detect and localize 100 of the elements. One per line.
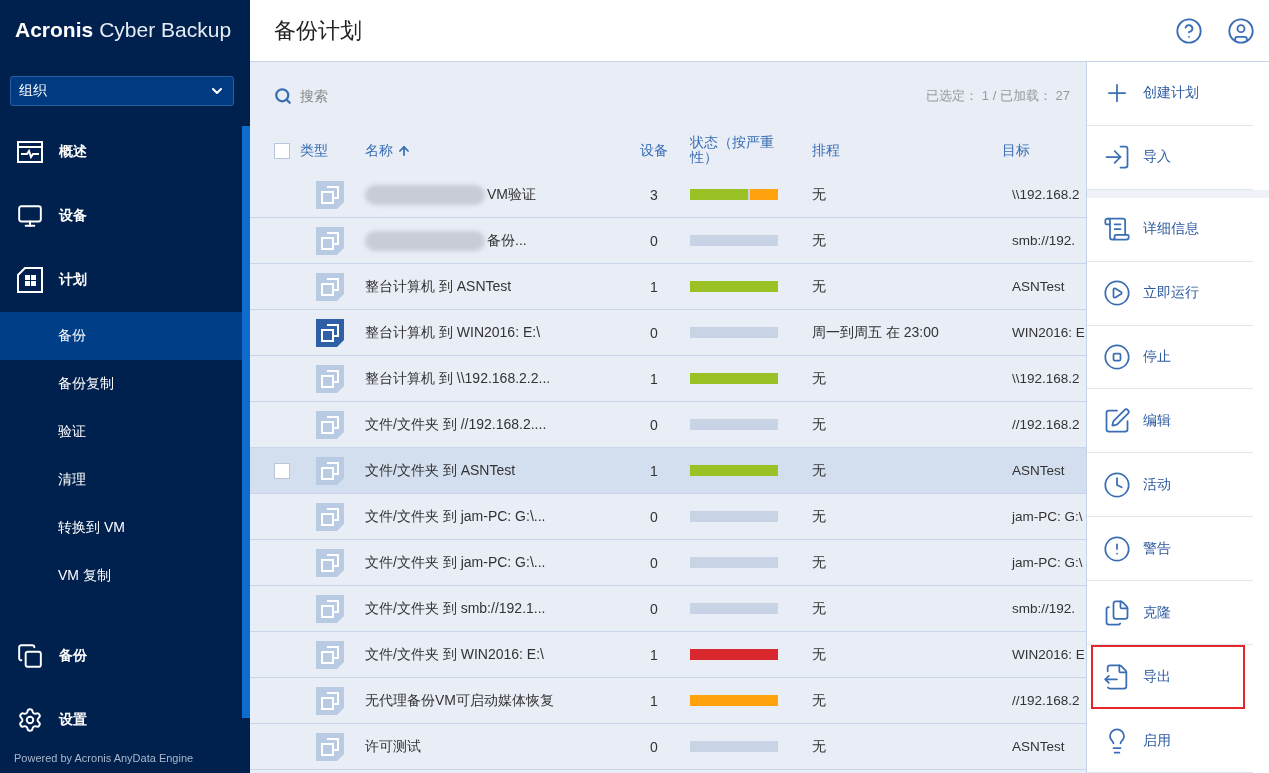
- table-row[interactable]: 文件/文件夹 到 jam-PC: G:\... 0 无 jam-PC: G:\: [250, 494, 1086, 540]
- device-count: 0: [650, 554, 658, 571]
- page-title: 备份计划: [274, 16, 363, 45]
- target-text: smb://192.: [1012, 601, 1076, 616]
- scrollbar[interactable]: [242, 126, 250, 718]
- device-count: 1: [650, 462, 658, 479]
- action-item[interactable]: 警告: [1087, 517, 1253, 582]
- activity-monitor-icon: [17, 139, 43, 165]
- column-header[interactable]: 名称: [365, 143, 393, 159]
- target-text: WIN2016: E: [1012, 325, 1085, 340]
- action-item[interactable]: 活动: [1087, 453, 1253, 518]
- schedule-text: 无: [812, 185, 826, 204]
- copy-icon: [17, 643, 43, 669]
- plan-type-icon: [316, 272, 344, 301]
- target-text: jam-PC: G:\: [1012, 555, 1083, 570]
- device-count: 0: [650, 600, 658, 617]
- organization-select[interactable]: 组织: [10, 76, 234, 106]
- schedule-text: 无: [812, 737, 826, 756]
- device-count: 0: [650, 416, 658, 433]
- schedule-text: 无: [812, 691, 826, 710]
- schedule-text: 无: [812, 277, 826, 296]
- action-item[interactable]: 创建计划: [1087, 62, 1253, 126]
- user-icon[interactable]: [1227, 16, 1255, 45]
- plan-type-icon: [316, 318, 344, 347]
- action-item[interactable]: 启用: [1087, 709, 1253, 773]
- nav-item[interactable]: 设置: [0, 688, 242, 752]
- device-count: 3: [650, 186, 658, 203]
- plan-type-icon: [316, 410, 344, 439]
- plan-type-icon: [316, 364, 344, 393]
- select-all-checkbox[interactable]: [274, 143, 290, 159]
- target-text: smb://192.: [1012, 233, 1076, 248]
- plan-name: 文件/文件夹 到 jam-PC: G:\...: [365, 507, 546, 526]
- nav-subitem[interactable]: 备份: [0, 312, 242, 360]
- play-icon: [1103, 279, 1131, 308]
- product-name: Cyber Backup: [99, 17, 232, 42]
- search-field[interactable]: 搜索: [298, 87, 498, 105]
- action-item[interactable]: 导出: [1091, 645, 1245, 710]
- schedule-text: 无: [812, 507, 826, 526]
- schedule-text: 无: [812, 553, 826, 572]
- plan-type-icon: [316, 180, 344, 209]
- table-row[interactable]: VM验证 3 无 \\192.168.2: [250, 172, 1086, 218]
- device-count: 1: [650, 278, 658, 295]
- plan-name: VM验证: [487, 185, 536, 204]
- target-text: ASNTest: [1012, 739, 1065, 754]
- plan-name: 无代理备份VM可启动媒体恢复: [365, 691, 554, 710]
- powered-by-text: Powered by Acronis AnyData Engine: [13, 752, 195, 766]
- brand-name: Acronis: [15, 17, 94, 42]
- target-text: \\192.168.2: [1012, 187, 1080, 202]
- table-row[interactable]: 文件/文件夹 到 smb://192.1... 0 无 smb://192.: [250, 586, 1086, 632]
- target-text: \\192.168.2: [1012, 371, 1080, 386]
- schedule-text: 周一到周五 在 23:00: [812, 323, 939, 342]
- alert-icon: [1103, 534, 1131, 563]
- action-item[interactable]: 导入: [1087, 125, 1253, 190]
- schedule-text: 无: [812, 369, 826, 388]
- plan-name: 许可测试: [365, 737, 421, 756]
- plan-icon: [17, 267, 43, 293]
- plan-type-icon: [316, 594, 344, 623]
- table-row[interactable]: 文件/文件夹 到 ASNTest 1 无 ASNTest: [250, 448, 1086, 494]
- action-item[interactable]: 停止: [1087, 325, 1253, 390]
- table-row[interactable]: 整台计算机 到 ASNTest 1 无 ASNTest: [250, 264, 1086, 310]
- action-item[interactable]: 克隆: [1087, 581, 1253, 646]
- table-row[interactable]: 文件/文件夹 到 jam-PC: G:\... 0 无 jam-PC: G:\: [250, 540, 1086, 586]
- column-header[interactable]: 排程: [812, 143, 840, 159]
- plan-name: 整台计算机 到 \\192.168.2.2...: [365, 369, 551, 388]
- device-count: 0: [650, 232, 658, 249]
- target-text: WIN2016: E: [1012, 647, 1085, 662]
- table-row[interactable]: 无代理备份VM可启动媒体恢复 1 无 //192.168.2: [250, 678, 1086, 724]
- schedule-text: 无: [812, 645, 826, 664]
- nav-item[interactable]: 备份: [0, 624, 242, 688]
- device-count: 1: [650, 370, 658, 387]
- action-item[interactable]: 编辑: [1087, 389, 1253, 454]
- plan-name: 整台计算机 到 ASNTest: [365, 277, 512, 296]
- schedule-text: 无: [812, 231, 826, 250]
- sort-arrow-icon: [397, 144, 411, 158]
- column-header[interactable]: 类型: [300, 143, 328, 159]
- nav-subitem[interactable]: 转换到 VM: [0, 504, 242, 552]
- plan-type-icon: [316, 732, 344, 761]
- nav-item[interactable]: 计划: [0, 248, 242, 312]
- table-row[interactable]: 文件/文件夹 到 WIN2016: E:\ 1 无 WIN2016: E: [250, 632, 1086, 678]
- target-text: //192.168.2: [1012, 417, 1080, 432]
- clock-icon: [1103, 470, 1131, 499]
- help-icon[interactable]: [1175, 16, 1203, 45]
- table-row[interactable]: 备份... 0 无 smb://192.: [250, 218, 1086, 264]
- column-header[interactable]: 设备: [640, 143, 668, 159]
- column-header[interactable]: 目标: [1002, 143, 1030, 159]
- action-item[interactable]: 详细信息: [1087, 197, 1253, 262]
- table-row[interactable]: 整台计算机 到 WIN2016: E:\ 0 周一到周五 在 23:00 WIN2016: E: [250, 310, 1086, 356]
- table-row[interactable]: 整台计算机 到 \\192.168.2.2... 1 无 \\192.168.2: [250, 356, 1086, 402]
- action-item[interactable]: 立即运行: [1087, 261, 1253, 326]
- nav-item[interactable]: 设备: [0, 184, 242, 248]
- row-checkbox[interactable]: [274, 462, 290, 479]
- nav-subitem[interactable]: 清理: [0, 456, 242, 504]
- nav-subitem[interactable]: 验证: [0, 408, 242, 456]
- target-text: ASNTest: [1012, 463, 1065, 478]
- table-row[interactable]: 许可测试 0 无 ASNTest: [250, 724, 1086, 770]
- nav-subitem[interactable]: 备份复制: [0, 360, 242, 408]
- nav-item[interactable]: 概述: [0, 120, 242, 184]
- nav-subitem[interactable]: VM 复制: [0, 552, 242, 600]
- column-header[interactable]: 状态（按严重性）: [690, 136, 786, 166]
- target-text: ASNTest: [1012, 279, 1065, 294]
